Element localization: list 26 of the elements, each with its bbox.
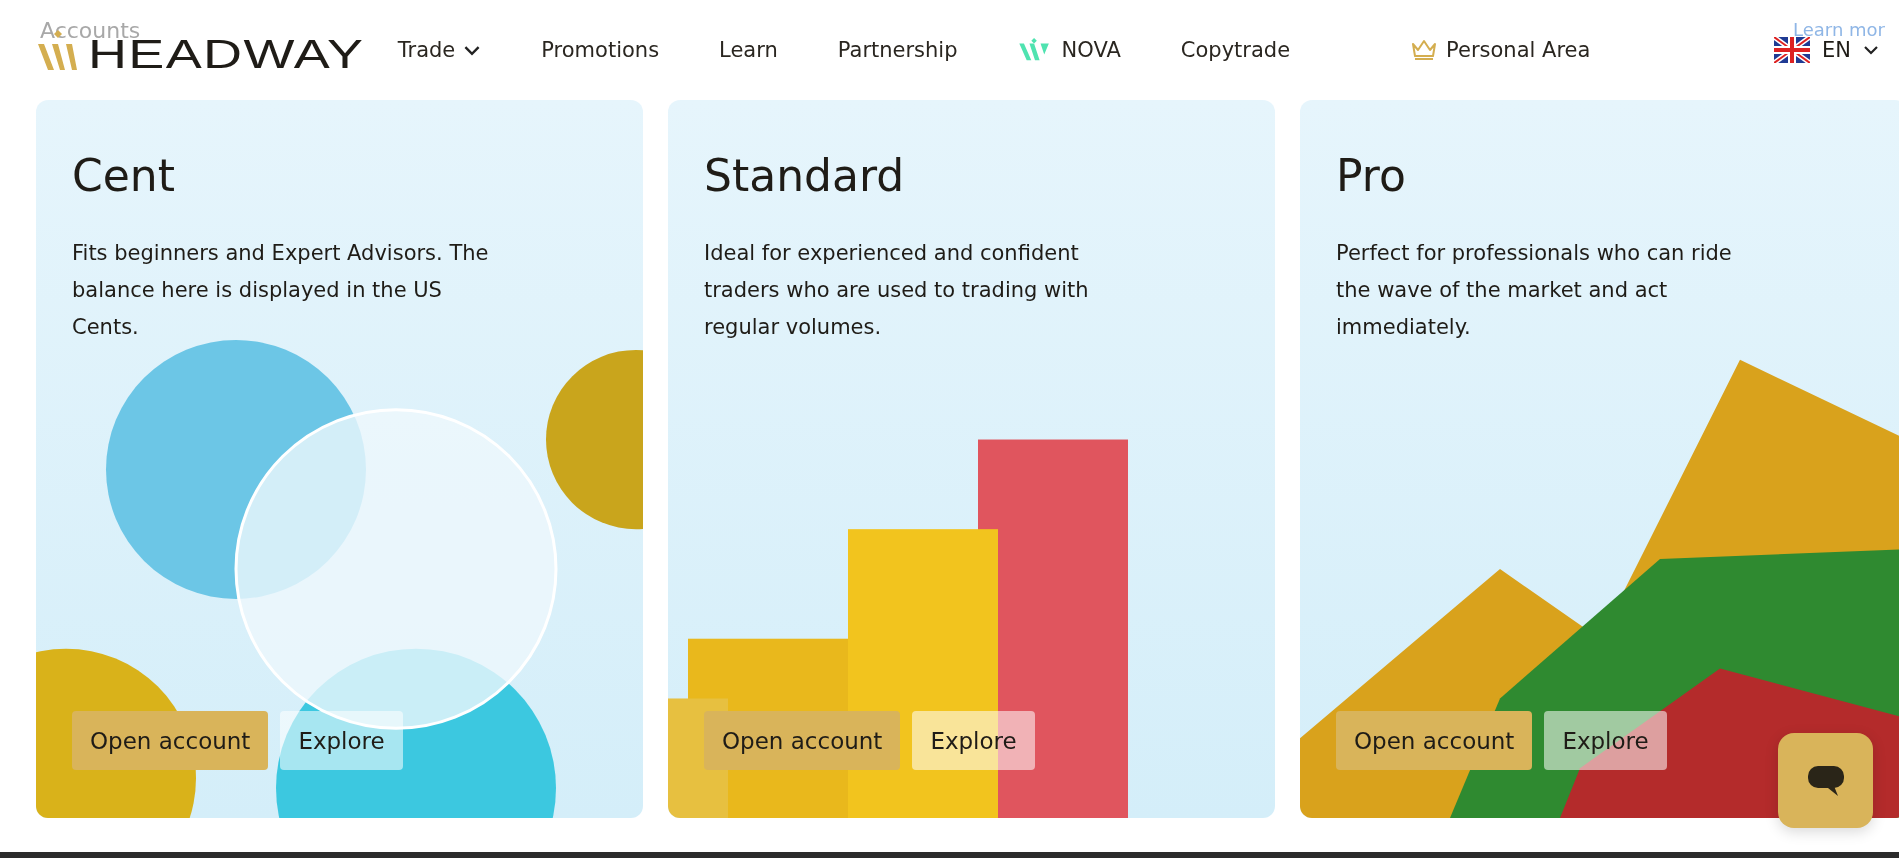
card-description: Perfect for professionals who can ride the wave of the market and act immediately. [1336,240,1733,341]
card-title: Cent [72,150,176,201]
card-button[interactable]: Open account [1336,711,1533,770]
card-button[interactable]: Explore [280,711,403,770]
crown-icon [1410,38,1439,62]
nav-link[interactable]: Partnership [837,38,958,62]
nav-link[interactable]: Learn [719,38,778,62]
chat-bubble-icon [1805,763,1846,798]
nav-link[interactable]: Promotions [541,38,660,62]
card-button[interactable]: Open account [72,711,269,770]
chevron-down-icon [463,44,482,56]
card-button[interactable]: Open account [704,711,901,770]
nav-link[interactable]: Personal Area [1410,38,1591,62]
card-button[interactable]: Explore [1544,711,1667,770]
card-description: Ideal for experienced and confident traders who are used to trading with regular volumes. [704,240,1090,341]
card-title: Pro [1336,150,1407,201]
card-title: Standard [704,150,906,201]
chat-button[interactable] [1778,733,1873,828]
nav-link[interactable]: Trade [397,38,482,62]
uk-flag-icon [1774,37,1810,63]
nav-link[interactable]: Copytrade [1180,38,1291,62]
card-description: Fits beginners and Expert Advisors. The balance here is displayed in the US Cents. [72,240,490,341]
nav-link[interactable]: NOVA [1017,38,1121,62]
card-button[interactable]: Explore [912,711,1035,770]
chevron-down-icon [1863,45,1879,55]
language-selector[interactable]: EN [1822,38,1851,62]
